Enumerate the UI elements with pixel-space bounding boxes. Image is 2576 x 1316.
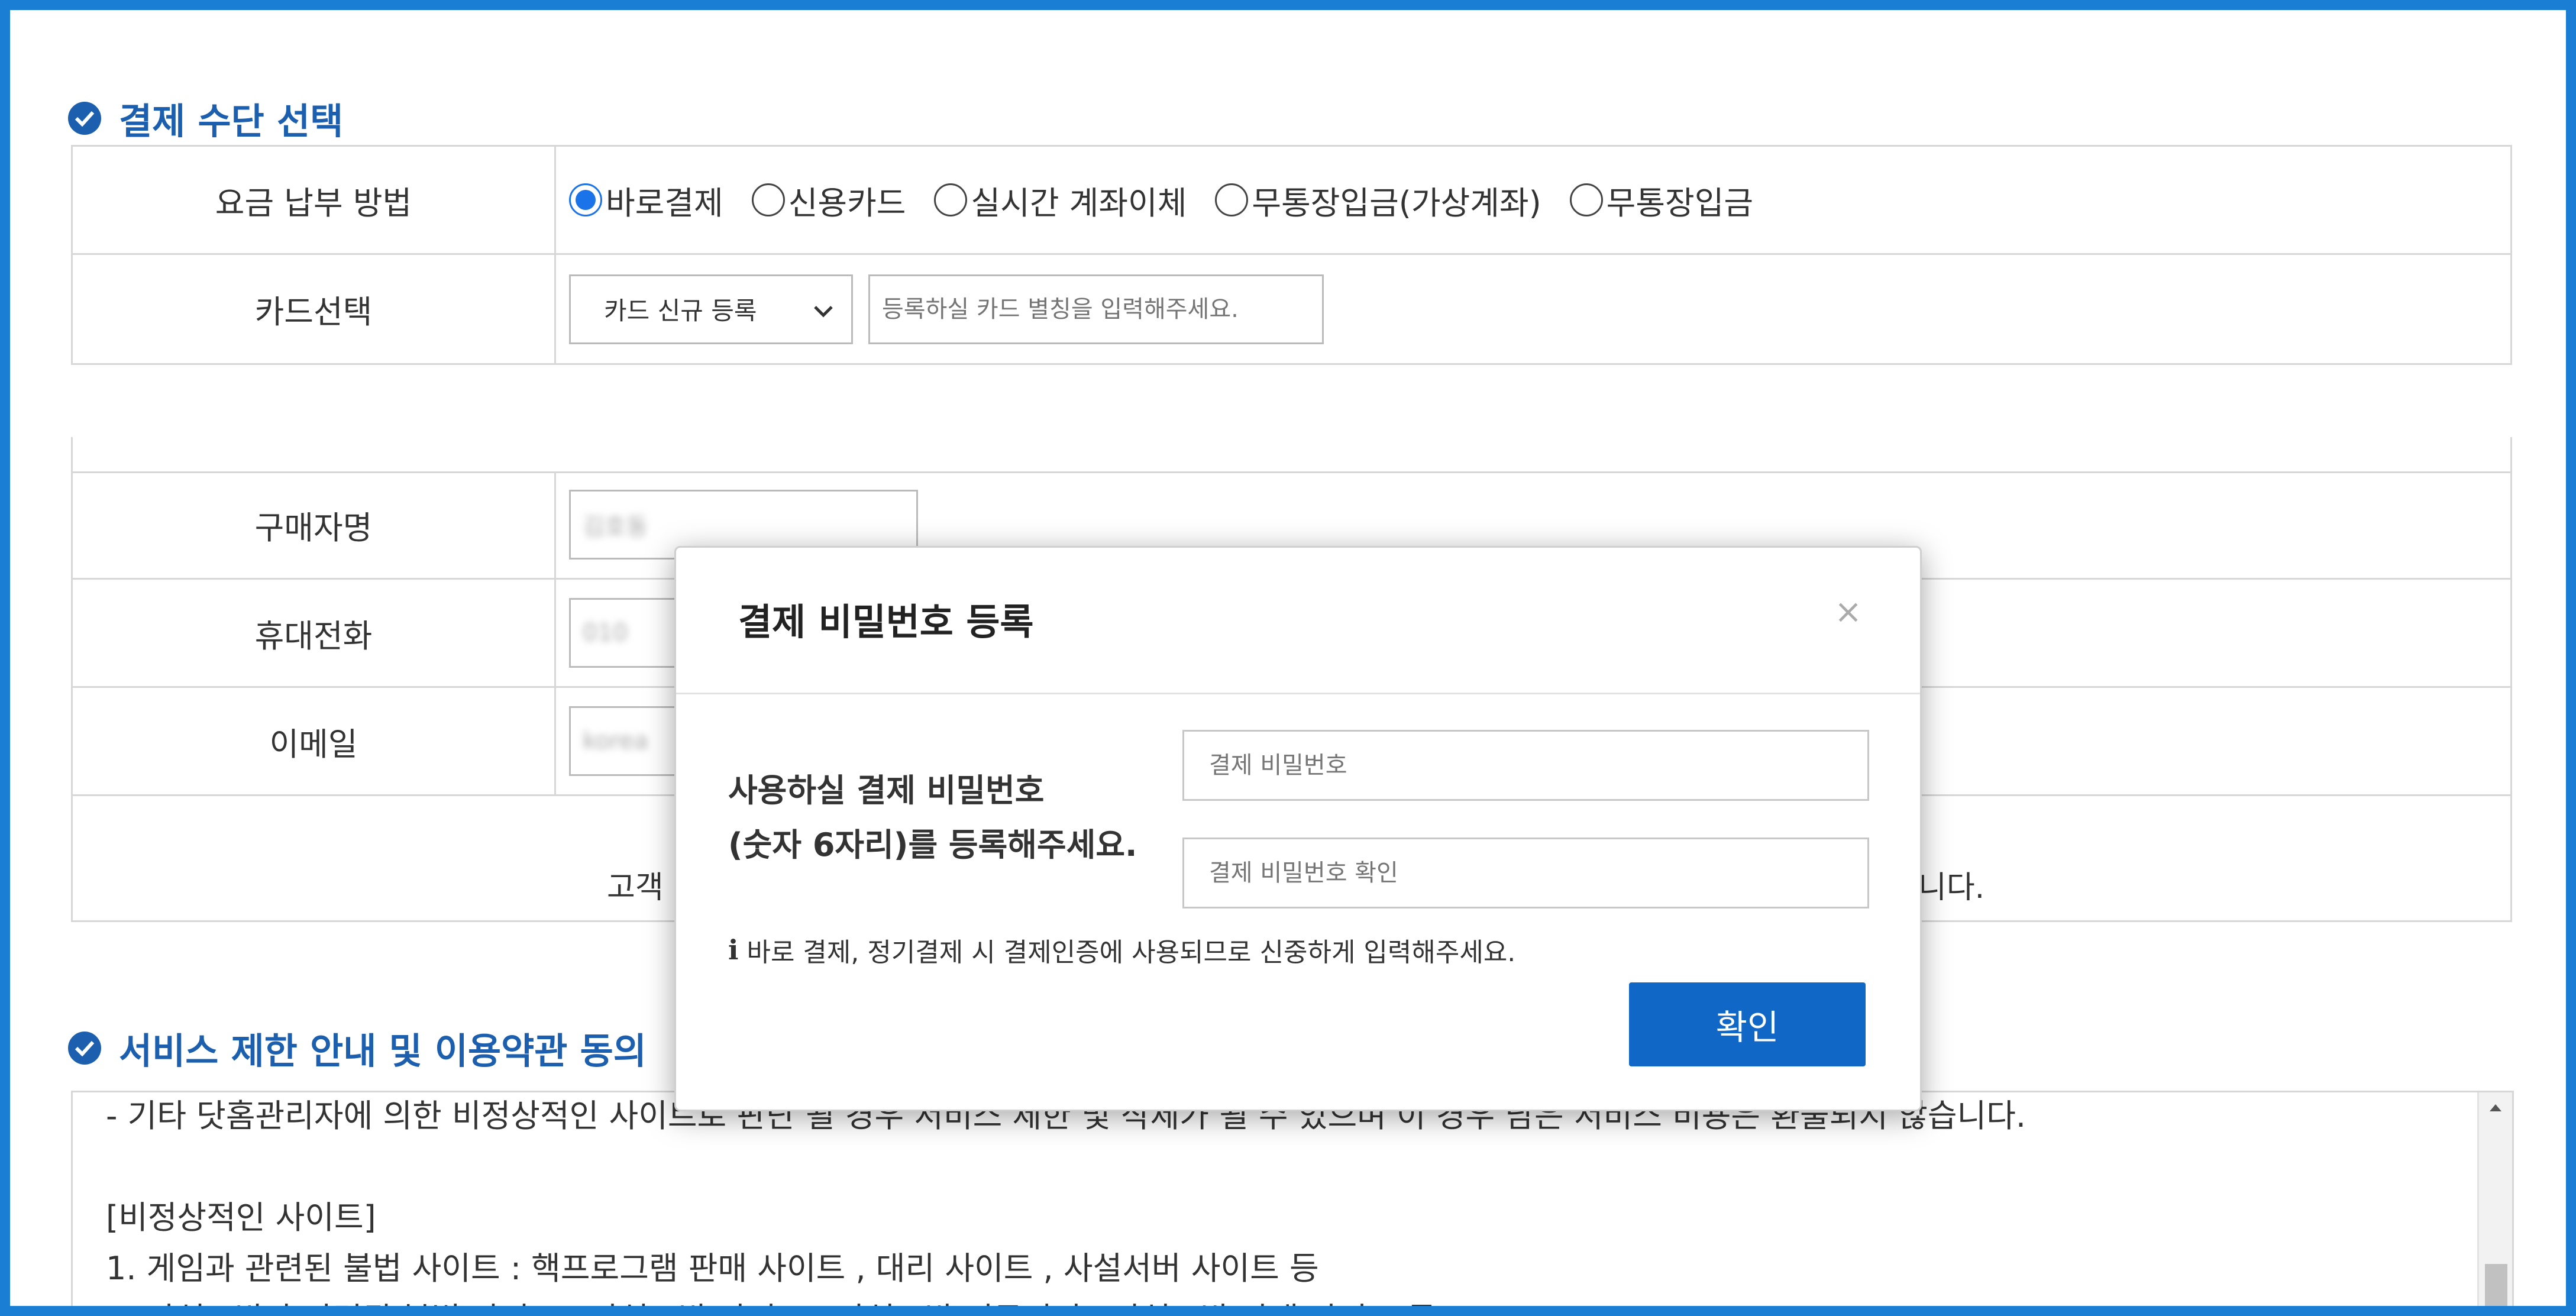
terms-section-title: 서비스 제한 안내 및 이용약관 동의 — [68, 1021, 647, 1074]
confirm-button[interactable]: 확인 — [1629, 982, 1866, 1066]
radio-direct-pay[interactable]: 바로결제 — [569, 177, 723, 224]
terms-line: 2. 사설도박과 관련된 불법 사이트 : 사설도박 사이트 , 사설도박 커뮤… — [106, 1294, 2512, 1306]
modal-title: 결제 비밀번호 등록 — [738, 600, 1034, 644]
payment-method-row: 요금 납부 방법 바로결제 신용카드 실시간 계좌이체 무통장입금(가상계좌) … — [71, 147, 2512, 255]
scroll-up-arrow-icon[interactable] — [2490, 1104, 2501, 1111]
radio-label: 무통장입금 — [1606, 184, 1754, 222]
radio-icon[interactable] — [934, 183, 968, 216]
modal-divider — [676, 693, 1920, 694]
buyer-name-label: 구매자명 — [71, 471, 556, 578]
buyer-notice-right: 니다. — [1918, 870, 1985, 906]
modal-note: i 바로 결제, 정기결제 시 결제인증에 사용되므로 신중하게 입력해주세요. — [728, 931, 1515, 969]
info-icon: i — [728, 934, 739, 966]
card-select-dropdown[interactable]: 카드 신규 등록 — [569, 274, 853, 344]
modal-note-text: 바로 결제, 정기결제 시 결제인증에 사용되므로 신중하게 입력해주세요. — [746, 937, 1516, 968]
payment-section-title-text: 결제 수단 선택 — [119, 101, 344, 143]
buyer-notice-left: 고객 — [607, 870, 664, 906]
terms-line: [비정상적인 사이트] — [106, 1199, 376, 1236]
terms-scrollbar[interactable] — [2477, 1092, 2512, 1306]
radio-bank-transfer[interactable]: 실시간 계좌이체 — [934, 177, 1187, 224]
payment-section-title: 결제 수단 선택 — [68, 92, 343, 144]
radio-label: 신용카드 — [788, 184, 906, 222]
payment-method-label: 요금 납부 방법 — [71, 147, 556, 253]
modal-description: 사용하실 결제 비밀번호 (숫자 6자리)를 등록해주세요. — [728, 764, 1137, 872]
terms-textarea[interactable]: - 기타 닷홈관리자에 의한 비정상적인 사이트로 판단 될 경우 서비스 제한… — [71, 1091, 2514, 1306]
close-icon[interactable]: × — [1834, 593, 1862, 631]
payment-method-options: 바로결제 신용카드 실시간 계좌이체 무통장입금(가상계좌) 무통장입금 — [556, 147, 2512, 253]
payment-password-modal: 결제 비밀번호 등록 × 사용하실 결제 비밀번호 (숫자 6자리)를 등록해주… — [674, 546, 1922, 1111]
radio-label: 바로결제 — [606, 184, 723, 222]
terms-line — [106, 1142, 2512, 1192]
payment-password-input[interactable] — [1182, 730, 1869, 801]
buyer-name-value: 김호동 — [583, 513, 648, 541]
card-select-controls: 카드 신규 등록 — [556, 255, 2512, 363]
chevron-down-icon — [813, 295, 833, 324]
radio-credit-card[interactable]: 신용카드 — [751, 177, 906, 224]
card-select-row: 카드선택 카드 신규 등록 — [71, 255, 2512, 365]
radio-icon[interactable] — [751, 183, 785, 216]
terms-line: 1. 게임과 관련된 불법 사이트 : 핵프로그램 판매 사이트 , 대리 사이… — [106, 1250, 1319, 1287]
radio-virtual-account[interactable]: 무통장입금(가상계좌) — [1215, 177, 1541, 224]
radio-selected-icon[interactable] — [569, 183, 602, 216]
buyer-phone-label: 휴대전화 — [71, 580, 556, 686]
buyer-top-row — [71, 437, 2512, 473]
payment-password-confirm-input[interactable] — [1182, 838, 1869, 908]
radio-label: 무통장입금(가상계좌) — [1252, 184, 1541, 222]
card-alias-input[interactable] — [868, 274, 1324, 344]
modal-desc-line1: 사용하실 결제 비밀번호 — [728, 772, 1045, 809]
radio-label: 실시간 계좌이체 — [971, 184, 1187, 222]
check-circle-icon — [68, 1031, 101, 1065]
radio-deposit[interactable]: 무통장입금 — [1569, 177, 1754, 224]
radio-icon[interactable] — [1569, 183, 1603, 216]
buyer-email-label: 이메일 — [71, 688, 556, 794]
card-select-label: 카드선택 — [71, 255, 556, 363]
page-frame: 결제 수단 선택 요금 납부 방법 바로결제 신용카드 실시간 계좌이체 무통장… — [0, 0, 2576, 1316]
card-select-value: 카드 신규 등록 — [604, 296, 757, 325]
payment-table: 요금 납부 방법 바로결제 신용카드 실시간 계좌이체 무통장입금(가상계좌) … — [71, 145, 2512, 365]
check-circle-icon — [68, 101, 101, 135]
terms-section-title-text: 서비스 제한 안내 및 이용약관 동의 — [119, 1030, 647, 1072]
radio-icon[interactable] — [1215, 183, 1249, 216]
buyer-email-value: korea — [583, 727, 648, 755]
scroll-thumb[interactable] — [2485, 1264, 2507, 1306]
buyer-phone-value: 010 — [583, 619, 628, 646]
modal-desc-line2: (숫자 6자리)를 등록해주세요. — [728, 826, 1137, 864]
